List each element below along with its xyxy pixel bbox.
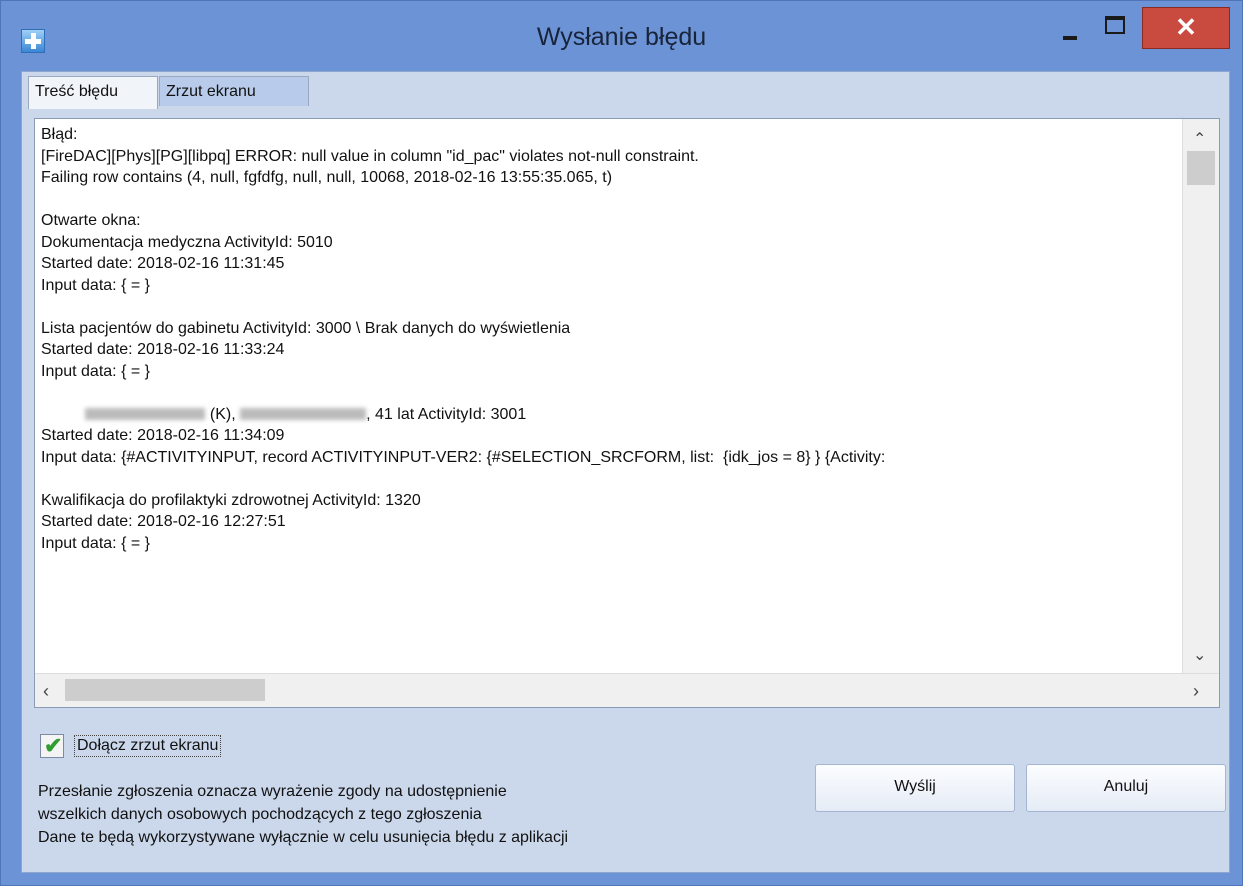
error-line: Input data: { = } (41, 534, 150, 552)
close-button[interactable]: ✕ (1142, 7, 1230, 49)
error-line: Błąd: (41, 126, 78, 143)
scroll-down-arrow-icon[interactable]: ⌄ (1193, 645, 1206, 665)
error-text-content: Błąd: [FireDAC][Phys][PG][libpq] ERROR: n… (41, 124, 1179, 658)
error-line: Lista pacjentów do gabinetu ActivityId: … (41, 319, 571, 337)
attach-screenshot-label[interactable]: Dołącz zrzut ekranu (74, 735, 222, 757)
error-line: Kwalifikacja do profilaktyki zdrowotnej … (41, 491, 421, 509)
close-icon: ✕ (1175, 12, 1197, 42)
scroll-up-arrow-icon[interactable]: ⌃ (1193, 129, 1206, 149)
error-line: Started date: 2018-02-16 11:34:09 (41, 427, 285, 444)
dialog-client-area: Treść błędu Zrzut ekranu Błąd: [FireDAC][… (21, 71, 1230, 873)
vertical-scroll-thumb[interactable] (1187, 151, 1215, 185)
error-line: [FireDAC][Phys][PG][libpq] ERROR: null v… (41, 147, 699, 165)
maximize-button[interactable] (1099, 9, 1131, 41)
tab-screenshot[interactable]: Zrzut ekranu (159, 76, 309, 106)
error-text-area[interactable]: Błąd: [FireDAC][Phys][PG][libpq] ERROR: n… (34, 118, 1220, 708)
error-line: Input data: { = } (41, 362, 150, 380)
error-line: (K), , 41 lat ActivityId: 3001 (41, 404, 1179, 426)
consent-notice: Przesłanie zgłoszenia oznacza wyrażenie … (38, 780, 568, 849)
title-bar[interactable]: Wysłanie błędu ✕ (1, 1, 1242, 71)
notice-line: Dane te będą wykorzystywane wyłącznie w … (38, 829, 569, 846)
attach-screenshot-checkbox[interactable]: ✔ (40, 733, 64, 758)
minimize-button[interactable] (1054, 11, 1090, 43)
error-report-window: Wysłanie błędu ✕ Treść błędu Zrzut ekran… (0, 0, 1243, 886)
scroll-right-arrow-icon[interactable]: › (1193, 681, 1199, 702)
notice-line: wszelkich danych osobowych pochodzących … (38, 806, 482, 823)
error-line: Started date: 2018-02-16 12:27:51 (41, 513, 286, 530)
error-line: Input data: {#ACTIVITYINPUT, record ACTI… (41, 448, 886, 466)
checkmark-icon: ✔ (44, 733, 63, 758)
cancel-button[interactable]: Anuluj (1026, 764, 1226, 812)
error-line: Started date: 2018-02-16 11:33:24 (41, 341, 285, 358)
horizontal-scrollbar[interactable]: ‹ › (35, 673, 1219, 707)
error-line: Failing row contains (4, null, fgfdfg, n… (41, 169, 613, 186)
error-line: Otwarte okna: (41, 212, 141, 229)
notice-line: Przesłanie zgłoszenia oznacza wyrażenie … (38, 783, 507, 800)
error-line: Dokumentacja medyczna ActivityId: 5010 (41, 233, 333, 251)
redacted-id (240, 408, 367, 421)
vertical-scrollbar[interactable]: ⌃ ⌄ (1182, 119, 1219, 673)
horizontal-scroll-thumb[interactable] (65, 679, 265, 701)
error-line: Started date: 2018-02-16 11:31:45 (41, 255, 285, 272)
scroll-left-arrow-icon[interactable]: ‹ (43, 681, 49, 702)
error-line: Input data: { = } (41, 276, 150, 294)
tab-error-content[interactable]: Treść błędu (28, 76, 158, 109)
redacted-name (85, 408, 206, 421)
send-button[interactable]: Wyślij (815, 764, 1015, 812)
